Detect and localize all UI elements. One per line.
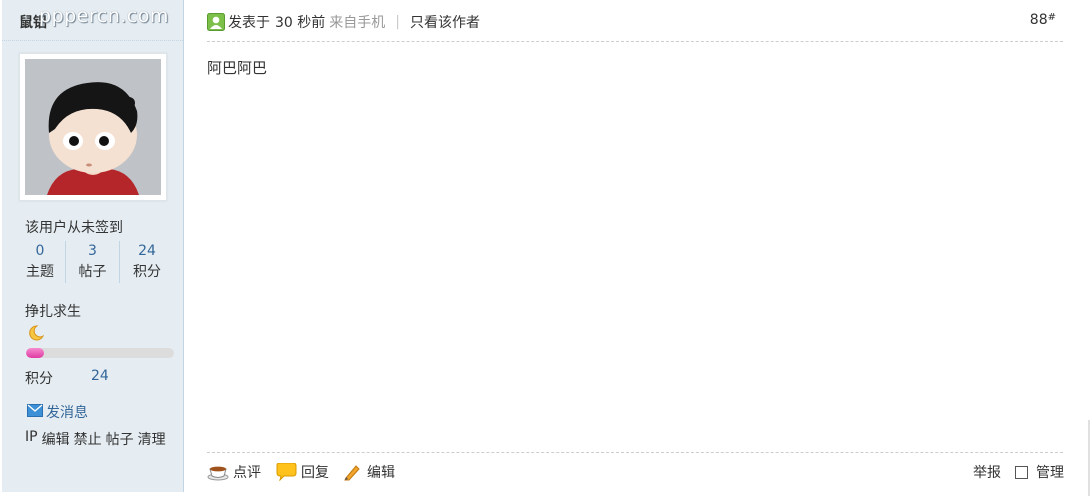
- stat-posts-label: 帖子: [78, 264, 107, 280]
- admin-links: IP 编辑 禁止 帖子 清理: [25, 429, 166, 449]
- user-stats: 0 主题 3 帖子 24 积分: [15, 241, 173, 283]
- rank-progress-bar: [26, 348, 174, 358]
- stat-threads[interactable]: 0 主题: [15, 241, 65, 283]
- author-only-link[interactable]: 只看该作者: [410, 12, 480, 32]
- edit-button[interactable]: 编辑: [343, 462, 395, 482]
- posted-label: 发表于: [228, 15, 270, 31]
- avatar[interactable]: [19, 53, 167, 201]
- comment-button[interactable]: 点评: [207, 462, 261, 482]
- points-row: 积分 24: [25, 368, 109, 388]
- post-source: 来自手机: [329, 15, 386, 31]
- posted-time: 30 秒前: [275, 15, 326, 31]
- footer-divider: [207, 452, 1063, 453]
- stat-threads-value: 0: [35, 243, 45, 259]
- speech-bubble-icon: [276, 463, 297, 481]
- edit-label: 编辑: [367, 465, 395, 481]
- floor-number-value: 88: [1029, 12, 1048, 28]
- post-actions-right: 举报 管理: [973, 462, 1064, 482]
- admin-link-posts[interactable]: 帖子: [106, 429, 134, 449]
- stat-points-label: 积分: [133, 264, 161, 280]
- post-meta: 发表于 30 秒前 来自手机 | 只看该作者: [207, 12, 480, 32]
- stat-posts[interactable]: 3 帖子: [65, 241, 119, 283]
- comment-label: 点评: [233, 465, 261, 481]
- pencil-icon: [344, 465, 360, 481]
- floor-mark: #: [1047, 12, 1056, 23]
- author-name-bar: 鼠铝 pppercn.com: [2, 0, 183, 41]
- avatar-image: [25, 59, 161, 195]
- admin-link-clean[interactable]: 清理: [138, 429, 166, 449]
- admin-link-ban[interactable]: 禁止: [74, 429, 102, 449]
- post-actions: 点评 回复 编辑: [207, 462, 409, 482]
- sign-in-status: 该用户从未签到: [25, 220, 123, 236]
- admin-link-edit[interactable]: 编辑: [42, 429, 70, 449]
- user-rank-title[interactable]: 挣扎求生: [25, 301, 81, 321]
- moon-icon: [27, 324, 45, 346]
- stat-points-value: 24: [138, 243, 156, 259]
- reply-label: 回复: [301, 465, 329, 481]
- report-link[interactable]: 举报: [973, 462, 1001, 482]
- post-content: 阿巴阿巴: [207, 59, 268, 77]
- post-header: 发表于 30 秒前 来自手机 | 只看该作者 88#: [207, 12, 1063, 34]
- floor-number[interactable]: 88#: [1030, 12, 1056, 28]
- manage-label: 管理: [1036, 465, 1064, 481]
- meta-separator: |: [395, 14, 400, 30]
- header-divider: [207, 41, 1063, 42]
- send-message-link[interactable]: 发消息: [27, 402, 88, 422]
- send-message-label: 发消息: [46, 405, 88, 421]
- author-sidebar: 鼠铝 pppercn.com 该用户从未签到 0 主题 3 帖子 24 积分 挣…: [2, 0, 184, 492]
- watermark-text: pppercn.com: [39, 5, 169, 27]
- points-value: 24: [91, 368, 109, 384]
- admin-link-ip[interactable]: IP: [25, 429, 38, 449]
- online-user-icon: [207, 13, 225, 31]
- stat-threads-label: 主题: [26, 264, 54, 280]
- points-label: 积分: [25, 371, 53, 387]
- envelope-icon: [27, 403, 43, 421]
- reply-button[interactable]: 回复: [275, 462, 329, 482]
- stat-posts-value: 3: [88, 243, 97, 259]
- stat-points[interactable]: 24 积分: [119, 241, 174, 283]
- manage-checkbox[interactable]: [1015, 465, 1028, 479]
- rank-progress-fill: [26, 348, 44, 358]
- coffee-cup-icon: [207, 466, 229, 481]
